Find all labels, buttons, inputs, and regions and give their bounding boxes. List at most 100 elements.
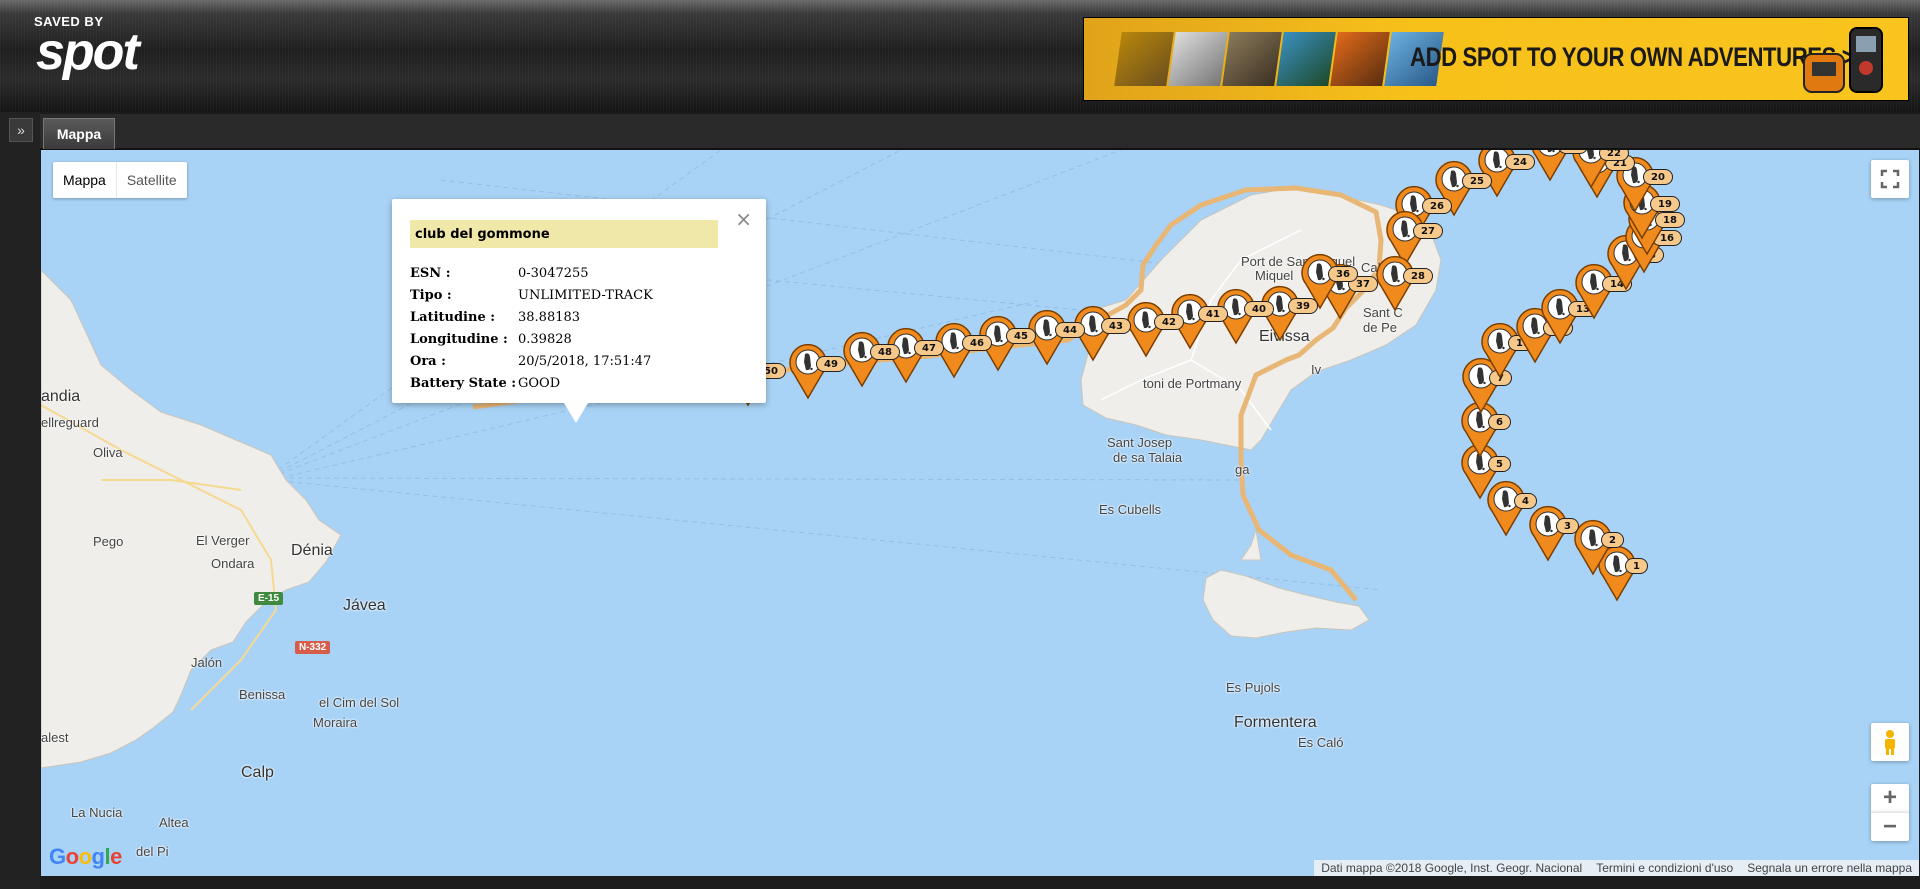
place-label: de Pe [1363, 320, 1397, 335]
place-label: El Verger [196, 533, 250, 548]
info-value: UNLIMITED-TRACK [518, 287, 653, 303]
track-marker[interactable] [1573, 518, 1613, 578]
place-label: ga [1235, 462, 1250, 477]
logo-big-text: spot [36, 23, 140, 81]
info-value: 20/5/2018, 17:51:47 [518, 353, 652, 369]
track-marker-number: 41 [1198, 306, 1228, 322]
info-key: Ora : [410, 353, 446, 369]
tab-mappa[interactable]: Mappa [43, 118, 115, 149]
map-canvas[interactable]: Port de Sant Miquel Miquel Eivissa Sant … [41, 150, 1919, 876]
track-marker-number: 27 [1413, 223, 1443, 239]
track-marker-number: 39 [1288, 298, 1318, 314]
info-row: ESN : 0-3047255 [410, 262, 653, 284]
info-value: GOOD [518, 375, 561, 391]
track-marker[interactable] [788, 342, 828, 402]
marker-pin-icon [1481, 323, 1519, 379]
info-row: Ora : 20/5/2018, 17:51:47 [410, 350, 653, 372]
place-label: Jalón [191, 655, 223, 670]
place-label: La Nucia [71, 805, 123, 820]
place-label: andia [41, 388, 81, 405]
track-marker[interactable] [1126, 300, 1166, 360]
info-window-table: ESN : 0-3047255 Tipo : UNLIMITED-TRACK Lat… [410, 262, 653, 394]
info-key: ESN : [410, 265, 451, 281]
track-marker[interactable] [842, 330, 882, 390]
map-type-satellite[interactable]: Satellite [115, 162, 187, 198]
track-marker-number: 26 [1422, 198, 1452, 214]
place-label: Ondara [211, 556, 255, 571]
marker-pin-icon [1532, 150, 1568, 182]
place-label: Pego [93, 534, 124, 549]
place-label: Es Cubells [1099, 502, 1162, 517]
pegman-icon [1885, 730, 1895, 755]
attribution-data: Dati mappa ©2018 Google, Inst. Geogr. Na… [1321, 861, 1583, 875]
marker-pin-icon [1574, 520, 1612, 576]
track-marker[interactable] [1480, 321, 1520, 381]
pegman-icon[interactable] [1871, 723, 1909, 761]
track-marker[interactable] [1375, 254, 1415, 314]
info-row: Tipo : UNLIMITED-TRACK [410, 284, 653, 306]
track-marker-number: 3 [1556, 518, 1579, 534]
marker-pin-icon [1127, 302, 1165, 358]
info-key: Battery State : [410, 375, 517, 391]
marker-pin-icon [1529, 506, 1567, 562]
track-marker-number: 42 [1154, 314, 1184, 330]
close-icon[interactable]: × [735, 207, 752, 231]
track-marker-number: 20 [1643, 169, 1673, 185]
place-label: ellreguard [41, 415, 99, 430]
info-row: Battery State : GOOD [410, 372, 653, 394]
marker-pin-icon [1376, 256, 1414, 312]
place-label: del Pi [136, 844, 169, 859]
map-type-mappa[interactable]: Mappa [53, 162, 116, 198]
track-marker-number: 22 [1599, 150, 1629, 161]
sidebar-toggle-button[interactable]: » [9, 118, 33, 142]
ad-banner[interactable]: ADD SPOT TO YOUR OWN ADVENTURES >> [1083, 17, 1909, 101]
track-marker-number: 49 [816, 356, 846, 372]
track-marker-number: 6 [1488, 414, 1511, 430]
track-marker[interactable] [1528, 504, 1568, 564]
track-marker-number: 4 [1514, 493, 1537, 509]
zoom-out-button[interactable]: − [1871, 812, 1909, 841]
track-marker-number: 45 [1006, 328, 1036, 344]
spot-logo[interactable]: SAVED BY spot [34, 14, 164, 86]
info-row: Longitudine : 0.39828 [410, 328, 653, 350]
info-window: club del gommone × ESN : 0-3047255 Tipo :… [392, 199, 766, 423]
terms-link[interactable]: Termini e condizioni d'uso [1589, 861, 1740, 875]
track-marker-number: 28 [1403, 268, 1433, 284]
track-marker-number: 43 [1101, 318, 1131, 334]
track-marker-number: 48 [870, 344, 900, 360]
marker-pin-icon [789, 344, 827, 400]
track-marker-number: 47 [914, 340, 944, 356]
info-value: 0-3047255 [518, 265, 589, 281]
place-label: de sa Talaia [1113, 450, 1183, 465]
tab-bar: Mappa [40, 114, 1920, 150]
zoom-in-button[interactable]: + [1871, 784, 1909, 812]
report-error-link[interactable]: Segnala un errore nella mappa [1740, 861, 1919, 875]
google-logo[interactable]: Google [49, 844, 122, 870]
banner-photos [1114, 32, 1444, 86]
track-marker-number: 40 [1244, 301, 1274, 317]
map-attribution: Dati mappa ©2018 Google, Inst. Geogr. Na… [1314, 860, 1919, 876]
place-label: Jávea [343, 597, 386, 614]
track-marker-number: 25 [1462, 173, 1492, 189]
track-marker-number: 46 [962, 335, 992, 351]
track-marker-number: 1 [1625, 558, 1648, 574]
info-key: Longitudine : [410, 331, 508, 347]
place-label: Benissa [239, 687, 286, 702]
marker-pin-icon [843, 332, 881, 388]
track-marker[interactable] [1530, 150, 1570, 184]
place-label: Iv [1311, 362, 1322, 377]
place-label: Es Caló [1298, 735, 1344, 750]
info-row: Latitudine : 38.88183 [410, 306, 653, 328]
left-strip [0, 112, 40, 889]
info-key: Tipo : [410, 287, 452, 303]
road-shield: N-332 [295, 641, 331, 654]
place-label: Formentera [1234, 714, 1317, 731]
place-label: el Cim del Sol [319, 695, 400, 710]
track-marker-number: 36 [1328, 266, 1358, 282]
info-window-title: club del gommone [410, 220, 718, 248]
info-value: 38.88183 [518, 309, 581, 325]
fullscreen-icon[interactable] [1871, 160, 1909, 198]
place-label: Es Pujols [1226, 680, 1281, 695]
place-label: toni de Portmany [1143, 376, 1242, 391]
place-label: Dénia [291, 542, 333, 559]
